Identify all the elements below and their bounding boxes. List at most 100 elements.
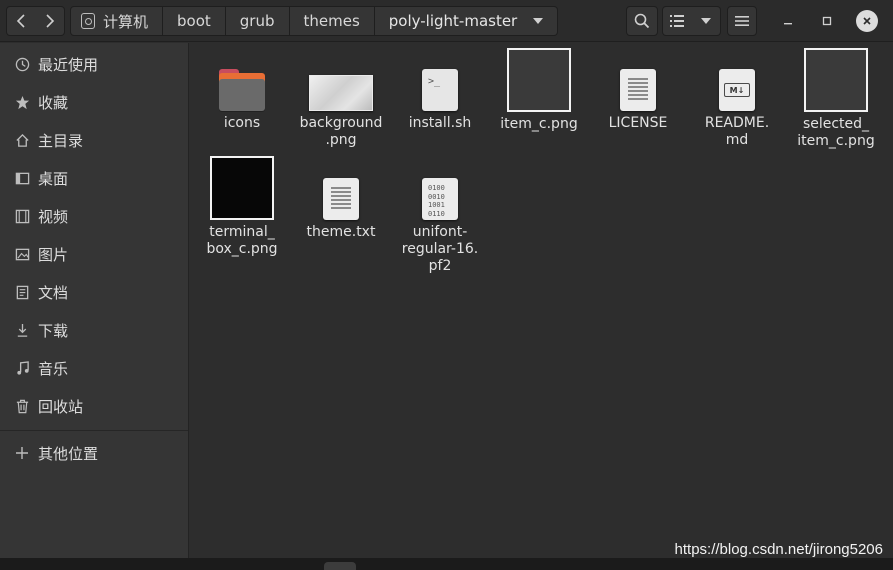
file-item-item-c[interactable]: item_c.png [494,48,584,133]
breadcrumb-label: 计算机 [103,12,149,31]
file-name: background .png [299,115,383,148]
star-icon [14,94,30,110]
file-item-readme[interactable]: M↓ README. md [692,65,782,149]
sidebar-item-label: 音乐 [38,359,69,378]
file-name: README. md [704,115,770,148]
file-item-background[interactable]: background .png [296,65,386,149]
image-thumbnail [309,65,373,111]
back-button[interactable] [6,6,36,36]
close-button[interactable] [856,10,878,32]
sidebar-item-documents[interactable]: 文档 [0,275,188,309]
terminal-glyph: >_ [428,76,441,87]
sidebar-item-label: 最近使用 [38,55,99,74]
list-view-icon [670,15,684,27]
sidebar-item-label: 图片 [38,245,69,264]
trash-icon [14,398,30,414]
breadcrumb-boot[interactable]: boot [163,6,226,36]
minimize-button[interactable] [777,10,799,32]
watermark-text: https://blog.csdn.net/jirong5206 [674,541,883,558]
breadcrumb-label: grub [239,12,275,30]
file-item-selected-item-c[interactable]: selected_ item_c.png [791,48,881,150]
image-thumbnail [507,48,571,112]
sidebar-item-desktop[interactable]: 桌面 [0,161,188,195]
taskbar-strip [0,558,893,570]
breadcrumb-label: poly-light-master [388,12,518,30]
breadcrumb-current[interactable]: poly-light-master [374,6,559,36]
chevron-left-icon [16,14,25,28]
text-file-icon [323,174,359,220]
plus-icon [14,445,30,461]
disk-icon [81,13,95,29]
breadcrumb-grub[interactable]: grub [225,6,290,36]
chevron-right-icon [45,14,54,28]
maximize-button[interactable] [816,10,838,32]
sidebar-item-other-locations[interactable]: 其他位置 [0,436,188,470]
maximize-icon [822,16,832,26]
file-item-unifont[interactable]: 0100 0010 1001 0110 unifont- regular-16.… [395,174,485,275]
image-thumbnail [210,156,274,220]
file-item-license[interactable]: LICENSE [593,65,683,132]
sidebar: 最近使用 收藏 主目录 桌面 视频 图片 文档 下载 音乐 回收站 其他位置 [0,43,189,558]
close-icon [863,17,871,25]
file-item-theme[interactable]: theme.txt [296,174,386,241]
sidebar-item-label: 主目录 [38,131,84,150]
binary-glyph: 0100 0010 1001 0110 [428,184,445,218]
breadcrumb-themes[interactable]: themes [289,6,375,36]
sidebar-item-label: 桌面 [38,169,69,188]
sidebar-divider [0,430,188,431]
video-icon [14,208,30,224]
forward-button[interactable] [35,6,65,36]
download-icon [14,322,30,338]
sidebar-item-downloads[interactable]: 下载 [0,313,188,347]
music-icon [14,360,30,376]
folder-icon [219,65,265,111]
picture-icon [14,246,30,262]
file-item-icons[interactable]: icons [197,65,287,132]
text-file-icon [620,65,656,111]
sidebar-item-label: 收藏 [38,93,69,112]
breadcrumb-label: themes [303,12,360,30]
sidebar-item-home[interactable]: 主目录 [0,123,188,157]
sidebar-item-trash[interactable]: 回收站 [0,389,188,423]
document-icon [14,284,30,300]
file-item-terminal-box-c[interactable]: terminal_ box_c.png [197,156,287,258]
sidebar-item-label: 其他位置 [38,444,99,463]
home-icon [14,132,30,148]
breadcrumb-computer[interactable]: 计算机 [70,6,164,36]
file-name: install.sh [408,115,472,131]
list-view-button[interactable] [662,6,692,36]
file-name: theme.txt [306,224,376,240]
view-options-button[interactable] [691,6,721,36]
breadcrumb-label: boot [177,12,211,30]
chevron-down-icon [700,18,711,24]
sidebar-item-label: 下载 [38,321,69,340]
sidebar-item-label: 文档 [38,283,69,302]
script-icon: >_ [422,65,458,111]
markdown-glyph: M↓ [724,83,750,97]
sidebar-item-label: 视频 [38,207,69,226]
sidebar-item-music[interactable]: 音乐 [0,351,188,385]
file-name: selected_ item_c.png [797,116,875,149]
binary-file-icon: 0100 0010 1001 0110 [422,174,458,220]
desktop-icon [14,170,30,186]
file-name: LICENSE [608,115,668,131]
menu-button[interactable] [727,6,757,36]
breadcrumb: 计算机 boot grub themes poly-light-master [70,6,559,36]
search-icon [634,13,650,29]
chevron-down-icon [533,18,544,24]
minimize-icon [784,23,792,25]
sidebar-item-pictures[interactable]: 图片 [0,237,188,271]
search-button[interactable] [626,6,658,36]
sidebar-item-videos[interactable]: 视频 [0,199,188,233]
markdown-icon: M↓ [719,65,755,111]
header-bar: 计算机 boot grub themes poly-light-master [0,0,893,42]
file-item-install[interactable]: >_ install.sh [395,65,485,132]
file-grid: icons background .png >_ install.sh item… [190,43,893,558]
file-name: unifont- regular-16. pf2 [401,224,479,274]
taskbar-item[interactable] [324,562,356,570]
hamburger-icon [735,16,749,26]
image-thumbnail [804,48,868,112]
clock-icon [14,56,30,72]
sidebar-item-recent[interactable]: 最近使用 [0,47,188,81]
sidebar-item-starred[interactable]: 收藏 [0,85,188,119]
